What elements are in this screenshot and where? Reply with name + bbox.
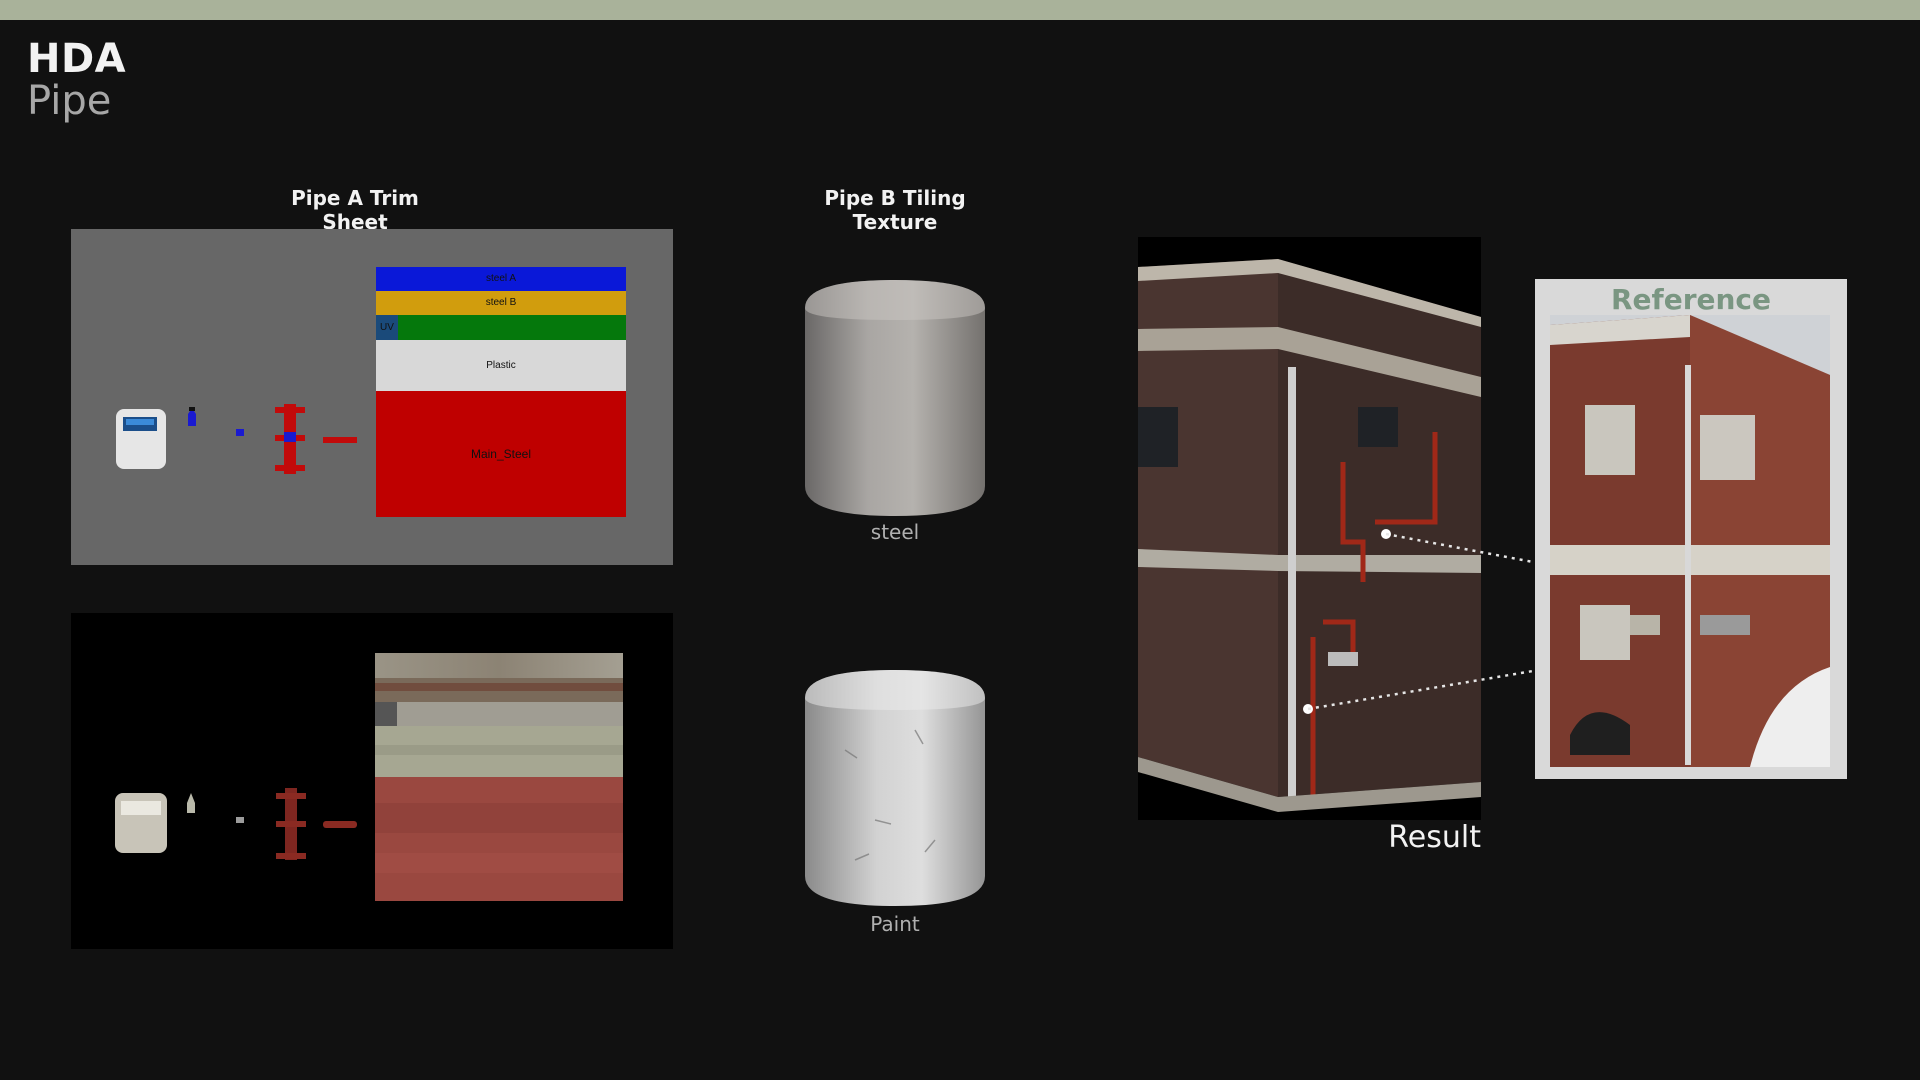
paint-swatch-cylinder xyxy=(805,670,985,906)
reference-photo xyxy=(1550,315,1830,767)
atlas-band-plastic: Plastic xyxy=(376,340,626,391)
steel-swatch-label: steel xyxy=(870,520,920,544)
trim-sheet-id-panel: steel A steel B UV Plastic Main_Steel xyxy=(71,229,673,565)
atlas-band-green: UV xyxy=(376,315,626,340)
result-label: Result xyxy=(1388,820,1481,855)
page-subtitle: Pipe xyxy=(27,78,112,124)
atlas-band-main-steel: Main_Steel xyxy=(376,391,626,517)
result-render xyxy=(1138,237,1481,820)
page-title: HDA xyxy=(27,36,127,82)
atlas-band-steel-a: steel A xyxy=(376,267,626,291)
steel-swatch-cylinder xyxy=(805,280,985,516)
atlas-band-steel-b: steel B xyxy=(376,291,626,315)
top-accent-bar xyxy=(0,0,1920,20)
atlas-uv-label: UV xyxy=(376,315,398,340)
tiling-texture-title: Pipe B Tiling Texture xyxy=(824,186,966,234)
paint-swatch-label: Paint xyxy=(870,912,920,936)
trim-sheet-title: Pipe A Trim Sheet xyxy=(291,186,419,234)
trim-sheet-texture-panel xyxy=(71,613,673,949)
reference-panel: Reference xyxy=(1535,279,1847,779)
trim-texture-atlas xyxy=(375,653,623,901)
reference-title: Reference xyxy=(1610,283,1772,316)
trim-atlas: steel A steel B UV Plastic Main_Steel xyxy=(376,267,626,517)
